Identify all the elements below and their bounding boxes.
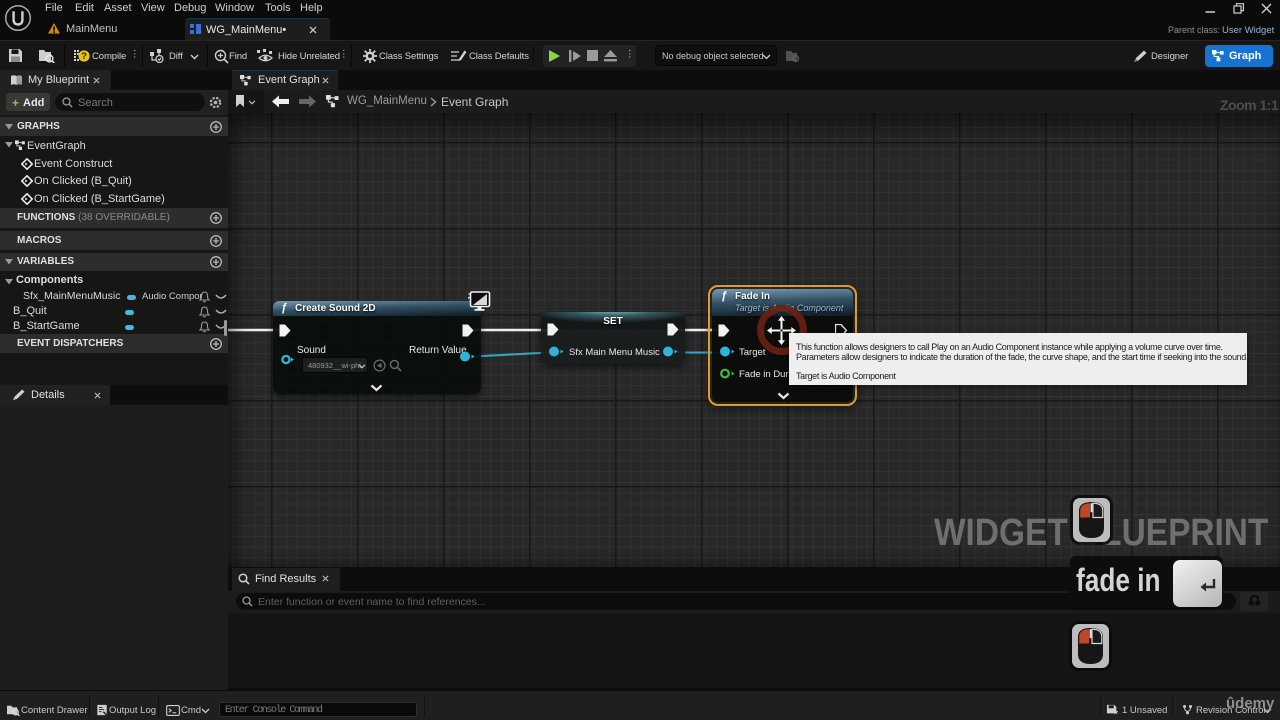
svg-text:?: ?	[81, 51, 87, 62]
